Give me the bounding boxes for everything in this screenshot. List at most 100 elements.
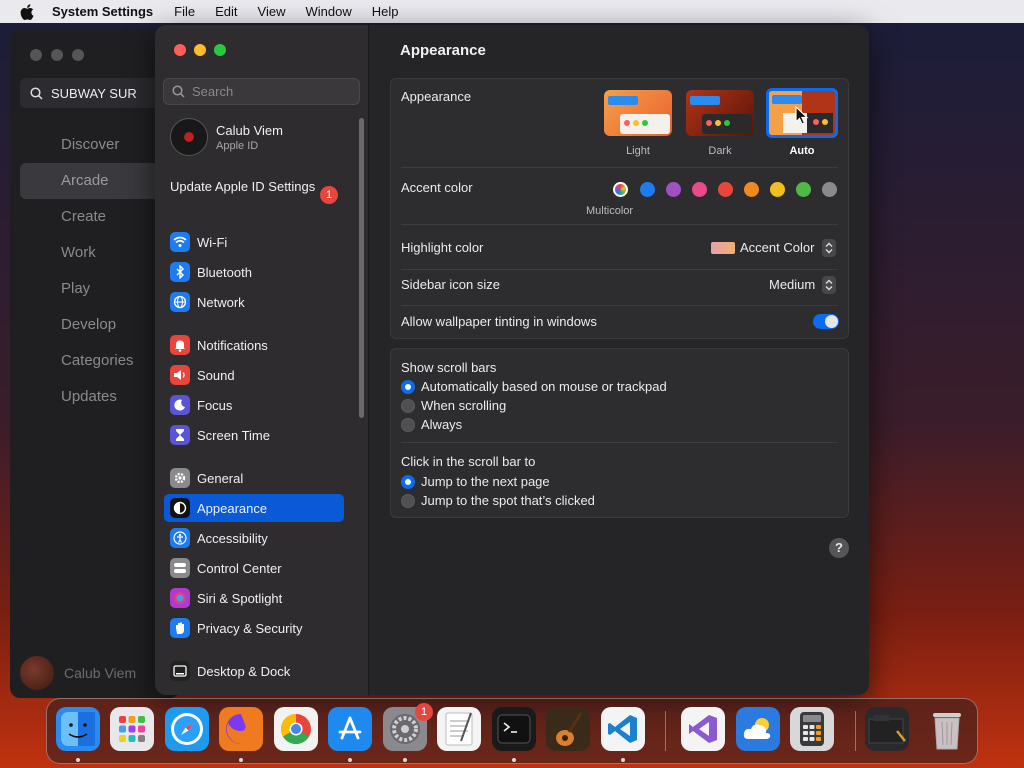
sidebar-item-control-center[interactable]: Control Center [164, 554, 344, 582]
wallpaper-tinting-toggle[interactable] [813, 314, 839, 329]
menu-edit[interactable]: Edit [205, 4, 247, 19]
menu-help[interactable]: Help [362, 4, 409, 19]
theme-light-thumb[interactable] [604, 90, 672, 136]
click-option-spot[interactable]: Jump to the spot that’s clicked [401, 493, 595, 508]
scroll-bars-option-always[interactable]: Always [401, 417, 462, 432]
radio-unselected[interactable] [401, 398, 415, 413]
accent-swatch-multicolor[interactable] [613, 182, 628, 197]
close-button[interactable] [174, 44, 186, 56]
update-apple-id-item[interactable]: Update Apple ID Settings [170, 179, 340, 195]
sidebar-item-sound[interactable]: Sound [164, 361, 344, 389]
sidebar-item-label: General [197, 470, 244, 486]
menu-file[interactable]: File [164, 4, 205, 19]
running-indicator [239, 758, 243, 762]
accent-swatch[interactable] [822, 182, 837, 197]
sidebar-item-general[interactable]: General [164, 464, 344, 492]
scroll-bars-option-scrolling[interactable]: When scrolling [401, 398, 506, 413]
sidebar-item-label: Control Center [197, 560, 282, 576]
background-search-field[interactable]: SUBWAY SUR [20, 78, 170, 108]
textedit-icon[interactable] [437, 707, 481, 751]
sidebar-item-label: Screen Time [197, 427, 270, 443]
accent-swatch[interactable] [770, 182, 785, 197]
garageband-icon[interactable] [546, 707, 590, 751]
launchpad-icon[interactable] [110, 707, 154, 751]
sidebar-item-label: Desktop & Dock [197, 663, 291, 679]
search-input[interactable]: Search [163, 78, 360, 105]
running-indicator [348, 758, 352, 762]
menu-window[interactable]: Window [295, 4, 361, 19]
calculator-icon[interactable] [790, 707, 834, 751]
speaker-icon [170, 365, 190, 385]
menu-app-name[interactable]: System Settings [52, 4, 164, 19]
divider [401, 269, 838, 270]
accent-swatch[interactable] [796, 182, 811, 197]
app-store-icon[interactable] [328, 707, 372, 751]
divider [401, 305, 838, 306]
sidebar-item-desktop-dock[interactable]: Desktop & Dock [164, 657, 344, 685]
weather-icon[interactable] [736, 707, 780, 751]
notification-badge: 1 [320, 186, 338, 204]
click-option-next-page[interactable]: Jump to the next page [401, 474, 550, 489]
terminal-icon[interactable] [492, 707, 536, 751]
accent-swatch[interactable] [744, 182, 759, 197]
sidebar-item-network[interactable]: Network [164, 288, 344, 316]
visual-studio-icon[interactable] [681, 707, 725, 751]
sidebar-icon-size-stepper[interactable] [822, 276, 836, 294]
firefox-icon[interactable] [219, 707, 263, 751]
screenshot-folder-icon[interactable] [865, 707, 909, 751]
trash-icon[interactable] [925, 707, 969, 751]
minimize-button[interactable] [194, 44, 206, 56]
scroll-bars-option-auto[interactable]: Automatically based on mouse or trackpad [401, 379, 667, 394]
minimize-button[interactable] [51, 49, 63, 61]
sidebar-item-appearance[interactable]: Appearance [164, 494, 344, 522]
running-indicator [512, 758, 516, 762]
sidebar-item-accessibility[interactable]: Accessibility [164, 524, 344, 552]
sidebar-icon-size-value[interactable]: Medium [769, 277, 815, 292]
theme-light-label: Light [626, 145, 650, 157]
wallpaper-tinting-label: Allow wallpaper tinting in windows [401, 314, 597, 329]
menu-view[interactable]: View [248, 4, 296, 19]
sidebar-item-screen-time[interactable]: Screen Time [164, 421, 344, 449]
background-user[interactable]: Calub Viem [20, 656, 136, 690]
zoom-button[interactable] [72, 49, 84, 61]
vscode-icon[interactable] [601, 707, 645, 751]
control-center-icon [170, 558, 190, 578]
sidebar-item-wi-fi[interactable]: Wi-Fi [164, 228, 344, 256]
avatar [170, 118, 208, 156]
safari-icon[interactable] [165, 707, 209, 751]
accent-swatch[interactable] [640, 182, 655, 197]
apple-menu-icon[interactable] [20, 3, 34, 20]
radio-unselected[interactable] [401, 493, 415, 508]
dock-separator [855, 711, 856, 751]
radio-selected[interactable] [401, 379, 415, 394]
settings-sidebar: Search Calub Viem Apple ID Update Apple … [155, 25, 369, 695]
accent-swatch[interactable] [692, 182, 707, 197]
globe-icon [170, 292, 190, 312]
radio-selected[interactable] [401, 474, 415, 489]
accent-swatch[interactable] [718, 182, 733, 197]
chrome-icon[interactable] [274, 707, 318, 751]
finder-icon[interactable] [56, 707, 100, 751]
sidebar-scrollbar[interactable] [359, 118, 364, 418]
sidebar-item-siri-spotlight[interactable]: Siri & Spotlight [164, 584, 344, 612]
theme-dark-thumb[interactable] [686, 90, 754, 136]
accessibility-icon [170, 528, 190, 548]
sidebar-item-focus[interactable]: Focus [164, 391, 344, 419]
notification-badge: 1 [415, 703, 433, 721]
bluetooth-icon [170, 262, 190, 282]
highlight-color-value[interactable]: Accent Color [740, 240, 814, 255]
sidebar-item-privacy-security[interactable]: Privacy & Security [164, 614, 344, 642]
gear-icon [170, 468, 190, 488]
chevron-updown-icon [825, 279, 833, 291]
apple-id-account[interactable]: Calub Viem Apple ID [170, 118, 283, 156]
highlight-color-stepper[interactable] [822, 239, 836, 257]
zoom-button[interactable] [214, 44, 226, 56]
sidebar-item-bluetooth[interactable]: Bluetooth [164, 258, 344, 286]
radio-unselected[interactable] [401, 417, 415, 432]
help-button[interactable]: ? [829, 538, 849, 558]
sidebar-item-notifications[interactable]: Notifications [164, 331, 344, 359]
radio-label: Automatically based on mouse or trackpad [421, 379, 667, 394]
close-button[interactable] [30, 49, 42, 61]
accent-swatch[interactable] [666, 182, 681, 197]
background-window-controls[interactable] [30, 49, 84, 61]
